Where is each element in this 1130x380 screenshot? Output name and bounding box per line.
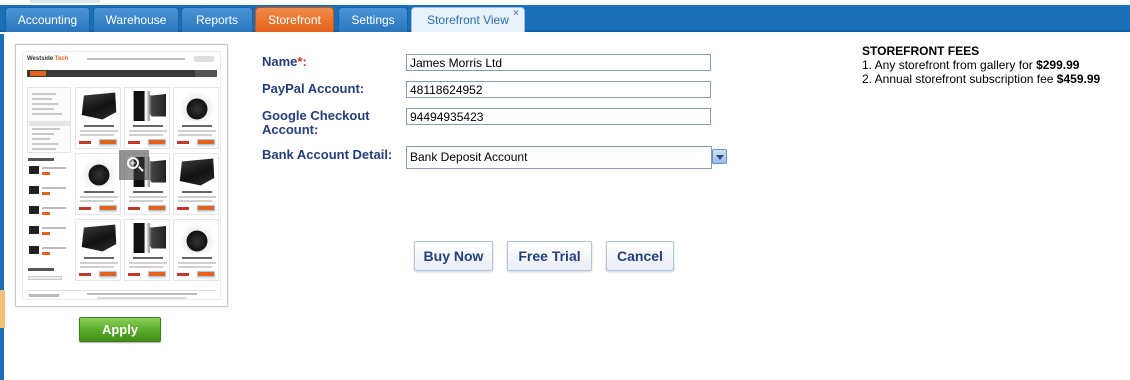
name-field[interactable]: [406, 54, 711, 71]
storefront-fees: STOREFRONT FEES 1. Any storefront from g…: [862, 44, 1100, 86]
fee-gallery: 1. Any storefront from gallery for $299.…: [862, 58, 1080, 72]
tab-storefront[interactable]: Storefront: [255, 7, 334, 32]
preview-logo: Westside Tech: [27, 56, 69, 62]
google-checkout-label: Google Checkout Account:: [262, 108, 370, 137]
bank-account-selected: Bank Deposit Account: [410, 150, 528, 164]
tab-accounting[interactable]: Accounting: [5, 7, 90, 32]
paypal-account-field[interactable]: [406, 81, 711, 98]
side-rail: [0, 34, 4, 380]
side-collapse-handle[interactable]: [0, 290, 5, 328]
zoom-icon[interactable]: +: [119, 150, 149, 180]
tab-settings[interactable]: Settings: [338, 7, 408, 32]
close-icon[interactable]: ×: [513, 1, 519, 26]
chevron-down-icon[interactable]: [712, 149, 727, 164]
free-trial-button[interactable]: Free Trial: [507, 241, 592, 271]
paypal-label: PayPal Account:: [262, 81, 365, 96]
cancel-button[interactable]: Cancel: [606, 241, 674, 271]
tab-warehouse[interactable]: Warehouse: [93, 7, 179, 32]
google-checkout-field[interactable]: [406, 108, 711, 125]
storefront-preview[interactable]: Westside Tech +: [15, 44, 228, 307]
bank-account-label: Bank Account Detail:: [262, 147, 393, 162]
tab-storefront-view[interactable]: Storefront View ×: [411, 7, 525, 32]
apply-button[interactable]: Apply: [79, 317, 161, 342]
tab-storefront-view-label: Storefront View: [427, 13, 509, 27]
tab-reports[interactable]: Reports: [181, 7, 253, 32]
main-tab-bar: Accounting Warehouse Reports Storefront …: [0, 5, 1130, 32]
name-label: Name*:: [262, 54, 307, 69]
fees-title: STOREFRONT FEES: [862, 44, 980, 58]
buy-now-button[interactable]: Buy Now: [414, 241, 493, 271]
bank-account-select[interactable]: Bank Deposit Account: [406, 146, 727, 169]
fee-subscription: 2. Annual storefront subscription fee $4…: [862, 72, 1101, 86]
